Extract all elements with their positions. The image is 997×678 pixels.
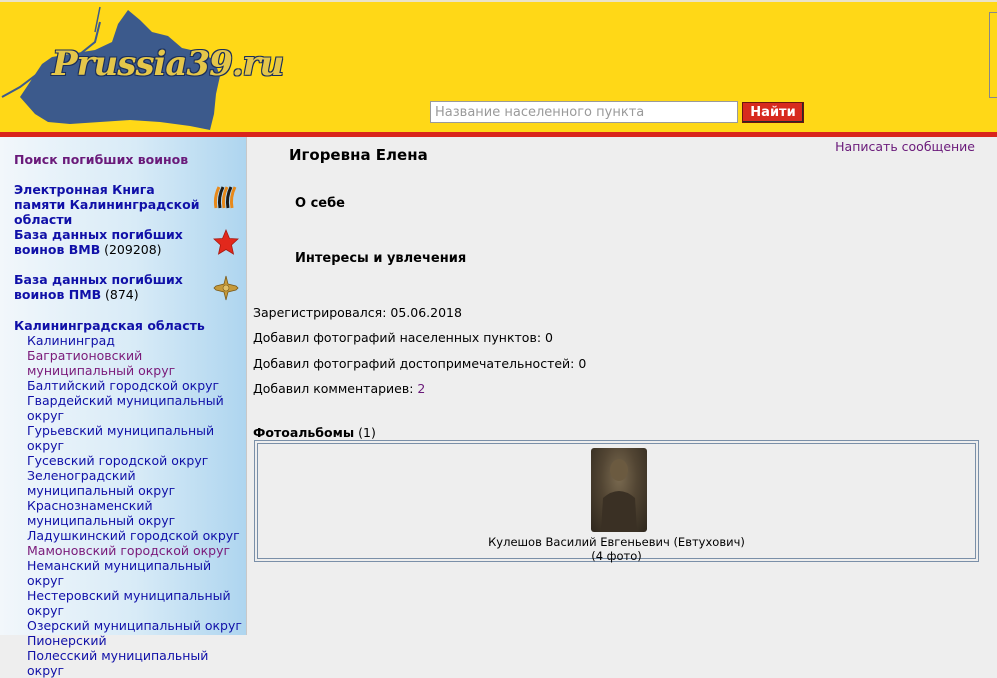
st-george-cross-icon: [213, 275, 239, 301]
memory-book-label: Электронная Книга памяти Калининградской…: [14, 182, 200, 227]
sidebar-region-item[interactable]: Озерский муниципальный округ: [27, 618, 245, 633]
sidebar-region-item[interactable]: Калининград: [27, 333, 245, 348]
wwi-db-label: База данных погибших воинов ПМВ: [14, 272, 183, 302]
album-cover-photo[interactable]: [591, 448, 647, 532]
about-heading: О себе: [295, 196, 345, 211]
red-star-icon: [213, 229, 239, 255]
sidebar-region-item[interactable]: Гурьевский муниципальный округ: [27, 423, 245, 453]
soldier-portrait-icon: [601, 459, 637, 532]
user-name: Игоревна Елена: [289, 146, 428, 164]
landmark-photos-value: 0: [578, 356, 587, 371]
sidebar-region-item[interactable]: Полесский муниципальный округ: [27, 648, 245, 678]
sidebar-region-item[interactable]: Зеленоградский муниципальный округ: [27, 468, 245, 498]
landmark-photos-label: Добавил фотографий достопримечательносте…: [253, 356, 575, 371]
sidebar-region-item[interactable]: Гусевский городской округ: [27, 453, 245, 468]
albums-heading: Фотоальбомы (1): [253, 425, 376, 440]
albums-count: (1): [358, 425, 376, 440]
logo-text: Prussia39.ru: [52, 44, 284, 84]
sidebar-link-wwii-db[interactable]: База данных погибших воинов ВМВ (209208): [14, 227, 209, 257]
interests-heading: Интересы и увлечения: [295, 251, 467, 266]
album-photo-count: (4 фото): [591, 549, 642, 563]
album-title: Кулешов Василий Евгеньевич (Евтухович): [488, 535, 745, 549]
main-content: Написать сообщение Игоревна Елена О себе…: [247, 137, 997, 635]
landmark-photos-stat: Добавил фотографий достопримечательносте…: [253, 356, 586, 371]
albums-box: Кулешов Василий Евгеньевич (Евтухович) (…: [254, 440, 979, 563]
sidebar: Поиск погибших воинов Электронная Книга …: [0, 137, 247, 678]
search-button[interactable]: Найти: [742, 102, 804, 123]
region-list: Калининград Багратионовский муниципальный…: [27, 333, 245, 678]
sidebar-region-item[interactable]: Пионерский: [27, 633, 245, 648]
comments-stat: Добавил комментариев: 2: [253, 381, 425, 396]
sidebar-region-item[interactable]: Багратионовский муниципальный округ: [27, 348, 245, 378]
region-title-label: Калининградская область: [14, 318, 205, 333]
sidebar-link-search-fallen[interactable]: Поиск погибших воинов: [14, 152, 188, 167]
write-message-link[interactable]: Написать сообщение: [835, 139, 975, 154]
registered-value: 05.06.2018: [390, 305, 462, 320]
sidebar-link-memory-book[interactable]: Электронная Книга памяти Калининградской…: [14, 182, 209, 227]
album-caption[interactable]: Кулешов Василий Евгеньевич (Евтухович) (…: [258, 535, 975, 563]
site-header: Prussia39.ru Найти: [0, 0, 997, 132]
wwii-db-count: (209208): [104, 242, 162, 257]
settlement-photos-value: 0: [545, 330, 553, 345]
settlement-photos-stat: Добавил фотографий населенных пунктов: 0: [253, 330, 553, 345]
sidebar-region-item[interactable]: Краснознаменский муниципальный округ: [27, 498, 245, 528]
albums-heading-label: Фотоальбомы: [253, 425, 355, 440]
sidebar-region-item[interactable]: Гвардейский муниципальный округ: [27, 393, 245, 423]
settlement-search-input[interactable]: [430, 101, 738, 123]
registered-label: Зарегистрировался:: [253, 305, 387, 320]
header-edge-frame: [989, 12, 997, 98]
sidebar-region-title[interactable]: Калининградская область: [14, 318, 209, 333]
sidebar-region-item[interactable]: Неманский муниципальный округ: [27, 558, 245, 588]
wwi-db-count: (874): [105, 287, 139, 302]
albums-inner-frame: Кулешов Василий Евгеньевич (Евтухович) (…: [257, 443, 976, 563]
sidebar-region-item[interactable]: Балтийский городской округ: [27, 378, 245, 393]
sidebar-region-item[interactable]: Мамоновский городской округ: [27, 543, 245, 558]
comments-label: Добавил комментариев:: [253, 381, 414, 396]
site-logo[interactable]: Prussia39.ru: [0, 2, 284, 132]
sidebar-link-wwi-db[interactable]: База данных погибших воинов ПМВ (874): [14, 272, 209, 302]
st-george-ribbon-icon: [213, 186, 237, 209]
registered-stat: Зарегистрировался: 05.06.2018: [253, 305, 462, 320]
sidebar-region-item[interactable]: Ладушкинский городской округ: [27, 528, 245, 543]
sidebar-region-item[interactable]: Нестеровский муниципальный округ: [27, 588, 245, 618]
settlement-photos-label: Добавил фотографий населенных пунктов:: [253, 330, 542, 345]
comments-count-link[interactable]: 2: [417, 381, 425, 396]
